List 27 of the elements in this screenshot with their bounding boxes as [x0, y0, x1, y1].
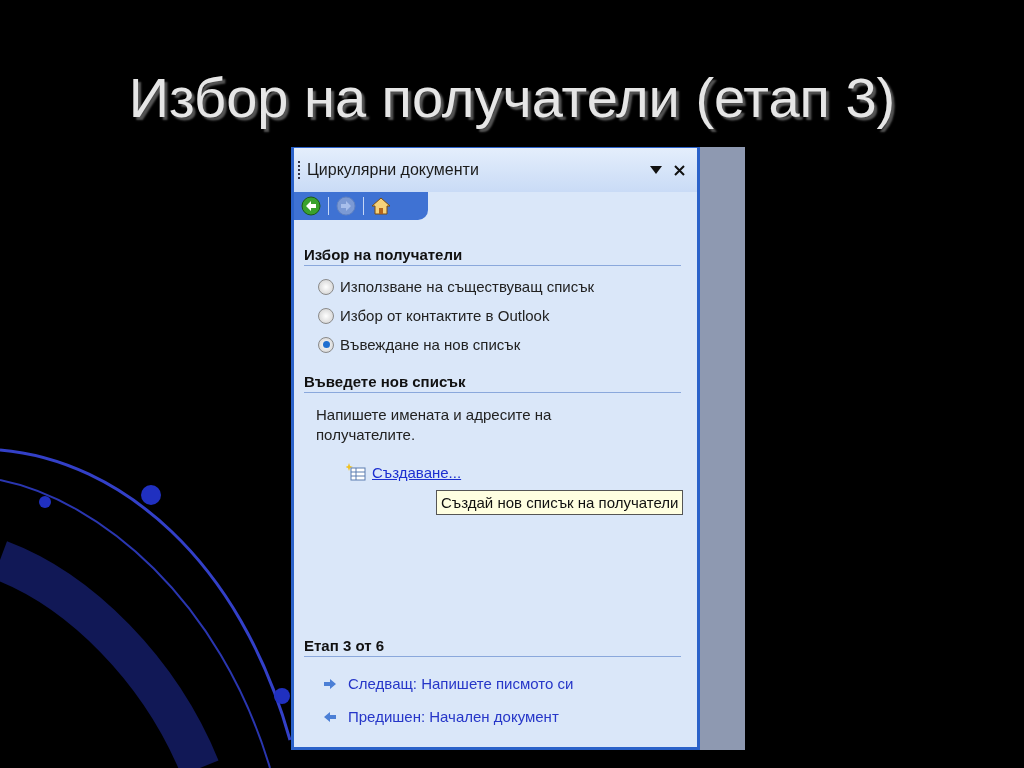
caret-icon: [650, 166, 662, 174]
right-arrow-icon: [324, 678, 336, 689]
radio-button[interactable]: [318, 336, 334, 353]
radio-button[interactable]: [318, 278, 334, 295]
radio-button[interactable]: [318, 307, 334, 324]
section-heading: Етап 3 от 6: [304, 637, 681, 657]
section-heading: Въведете нов списък: [304, 373, 681, 393]
option-label: Въвеждане на нов списък: [340, 336, 521, 353]
tooltip: Създай нов списък на получатели: [436, 490, 684, 515]
pane-title: Циркулярни документи: [307, 161, 480, 179]
create-link[interactable]: Създаване...: [372, 463, 462, 481]
left-arrow-icon: [324, 711, 336, 722]
next-step-link[interactable]: Следващ: Напишете писмото си: [324, 675, 681, 692]
back-icon: [301, 196, 321, 216]
forward-icon: [336, 196, 356, 216]
nav-button[interactable]: [370, 195, 392, 217]
close-icon: [674, 164, 685, 176]
new-table-icon: [346, 463, 366, 481]
previous-step-link[interactable]: Предишен: Начален документ: [324, 708, 681, 725]
grip-icon[interactable]: [298, 161, 303, 179]
option-label: Използване на съществуващ списък: [340, 278, 595, 295]
section-heading: Избор на получатели: [304, 246, 681, 266]
home-icon: [371, 196, 391, 216]
slide-title: Избор на получатели (етап 3): [127, 65, 897, 131]
nav-button[interactable]: [300, 195, 322, 217]
instruction-text: Напишете имената и адресите на получателите.: [316, 405, 553, 445]
option-label: Избор от контактите в Outlook: [340, 307, 550, 324]
